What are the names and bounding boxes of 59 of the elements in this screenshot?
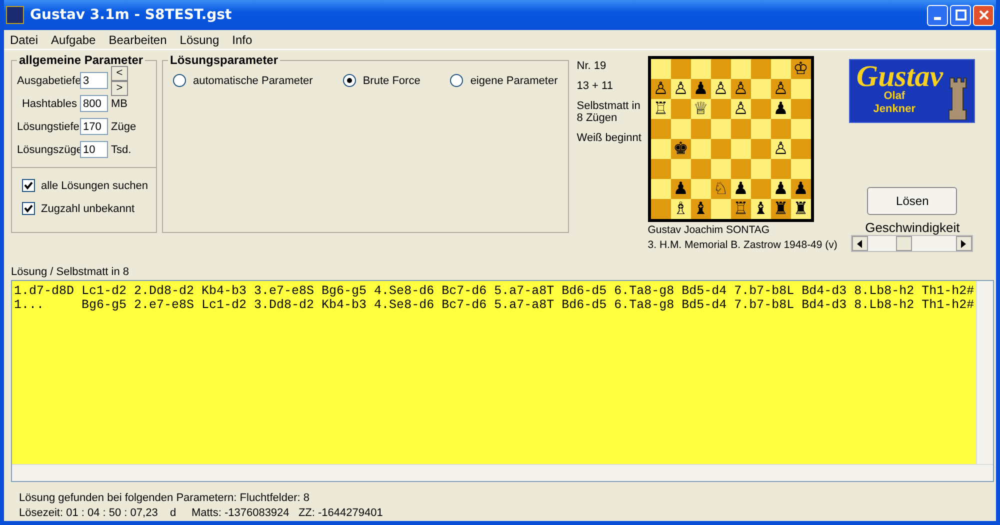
maximize-button[interactable] — [950, 4, 971, 26]
scroll-bar[interactable] — [12, 464, 994, 481]
solution-line: 1.d7-d8D Lc1-d2 2.Dd8-d2 Kb4-b3 3.e7-e8S Bg6-g5 4.Se8-d6 Bc7-d6 5.a7-a8T Bd6-d5 6.Ta8-g8 Bd5-d4 7.b7-b8L Bd4-d3 8.Lb8-h2 Th1-h2# — [14, 284, 974, 298]
close-icon — [978, 9, 990, 21]
input-field[interactable]: 3 — [80, 72, 108, 89]
unit-label: Züge — [111, 120, 136, 132]
problem-number: Nr. 19 — [576, 60, 608, 72]
checkbox-label: alle Lösungen suchen — [41, 180, 148, 192]
board-square[interactable] — [650, 139, 671, 159]
menu-item[interactable]: Lösung — [180, 32, 220, 46]
unit-label: MB — [111, 98, 128, 110]
menu-item[interactable]: Datei — [10, 32, 38, 46]
close-button[interactable] — [973, 4, 994, 26]
radio-label: eigene Parameter — [470, 74, 558, 86]
field-label: Hashtables — [20, 98, 77, 110]
solution-caption: Lösung / Selbstmatt in 8 — [11, 266, 130, 280]
turn-text: Weiß beginnt — [576, 132, 642, 144]
stipulation-text: Selbstmatt in 8 Zügen — [576, 100, 642, 124]
checkbox[interactable] — [22, 202, 35, 215]
logo-subtitle: Olaf Jenkner — [872, 90, 916, 116]
menu-item[interactable]: Bearbeiten — [108, 32, 167, 46]
window-title: Gustav 3.1m - S8TEST.gst — [30, 7, 233, 23]
minimize-icon — [934, 17, 941, 20]
status-line: Lösezeit: 01 : 04 : 50 : 07,23 d Matts: -1376083924 ZZ: -1644279401 — [19, 507, 384, 519]
speed-label: Geschwindigkeit — [865, 220, 960, 235]
author-text: Gustav Joachim SONTAG — [648, 224, 771, 237]
menu-item[interactable]: Aufgabe — [51, 32, 96, 46]
radio-button[interactable] — [450, 74, 464, 87]
radio-button[interactable] — [342, 74, 356, 87]
radio-button[interactable] — [173, 74, 186, 87]
field-label: Lösungstiefe — [17, 120, 77, 132]
input-field[interactable]: 170 — [80, 118, 108, 135]
radio-label: automatische Parameter — [193, 74, 313, 86]
input-field[interactable]: 10 — [80, 141, 108, 158]
speed-slider[interactable] — [851, 235, 974, 252]
group-title: Lösungsparameter — [169, 53, 280, 67]
input-field[interactable]: 800 — [80, 95, 108, 112]
menu-item[interactable]: Info — [232, 32, 252, 46]
checkbox-label: Zugzahl unbekannt — [41, 202, 135, 214]
unit-label: Tsd. — [111, 144, 132, 156]
group-title: allgemeine Parameter — [18, 53, 144, 67]
app-icon — [6, 6, 24, 24]
source-text: 3. H.M. Memorial B. Zastrow 1948-49 (v) — [648, 239, 838, 252]
board-square[interactable] — [650, 199, 671, 219]
previous-button[interactable]: < — [111, 66, 128, 80]
minimize-button[interactable] — [927, 4, 948, 26]
piece-count: 13 + 11 — [576, 80, 614, 92]
board-square[interactable] — [650, 119, 671, 139]
radio-label: Brute Force — [362, 74, 420, 86]
board-square[interactable] — [650, 179, 671, 199]
board-square[interactable] — [650, 159, 671, 179]
solve-button[interactable]: Lösen — [867, 187, 958, 215]
maximize-icon — [954, 9, 966, 21]
board-square[interactable] — [650, 59, 671, 79]
next-button[interactable]: > — [111, 80, 128, 96]
solution-line: 1... Bg6-g5 2.e7-e8S Lc1-d2 3.Dd8-d2 Kb4-b3 4.Se8-d6 Bc7-d6 5.a7-a8T Bd6-d5 6.Ta8-g8 Bd5-d4 7.b7-b8L Bd4-d3 8.Lb8-h2 Th1-h2# — [14, 298, 974, 312]
checkbox[interactable] — [22, 179, 35, 192]
scroll-bar[interactable] — [976, 281, 994, 464]
status-line: Lösung gefunden bei folgenden Parametern: Fluchtfelder: 8 — [19, 492, 310, 504]
